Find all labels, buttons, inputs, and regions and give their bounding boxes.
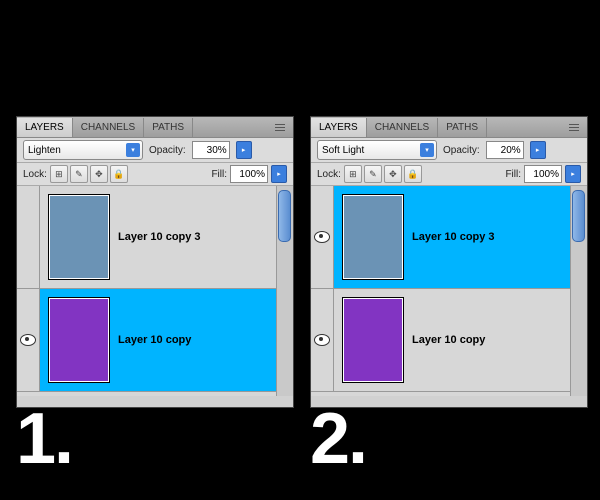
tab-channels[interactable]: CHANNELS — [367, 118, 438, 137]
layers-list: Layer 10 copy 3 Layer 10 copy — [17, 186, 293, 396]
layers-list: Layer 10 copy 3 Layer 10 copy — [311, 186, 587, 396]
blend-opacity-row: Lighten ▾ Opacity: 30% ▸ — [17, 138, 293, 163]
blend-mode-value: Lighten — [28, 145, 61, 156]
panel-menu-icon[interactable] — [275, 121, 289, 133]
layers-panel-1: LAYERS CHANNELS PATHS Lighten ▾ Opacity:… — [16, 116, 294, 408]
opacity-flyout-button[interactable]: ▸ — [236, 141, 252, 159]
scrollbar[interactable] — [570, 186, 587, 396]
blend-mode-select[interactable]: Lighten ▾ — [23, 140, 143, 160]
tab-paths[interactable]: PATHS — [144, 118, 193, 137]
visibility-toggle[interactable] — [17, 289, 40, 391]
fill-input[interactable]: 100% — [230, 165, 268, 183]
scroll-thumb[interactable] — [278, 190, 291, 242]
lock-transparency-icon[interactable]: ⊞ — [50, 165, 68, 183]
lock-label: Lock: — [23, 169, 47, 180]
tab-paths[interactable]: PATHS — [438, 118, 487, 137]
fill-label: Fill: — [211, 169, 227, 180]
layer-thumbnail[interactable] — [48, 194, 110, 280]
opacity-input[interactable]: 20% — [486, 141, 524, 159]
layer-row[interactable]: Layer 10 copy 3 — [311, 186, 587, 289]
scroll-thumb[interactable] — [572, 190, 585, 242]
layer-name: Layer 10 copy 3 — [412, 231, 495, 243]
blend-opacity-row: Soft Light ▾ Opacity: 20% ▸ — [311, 138, 587, 163]
tab-bar: LAYERS CHANNELS PATHS — [17, 117, 293, 138]
layer-thumbnail[interactable] — [48, 297, 110, 383]
lock-all-icon[interactable]: 🔒 — [110, 165, 128, 183]
eye-icon — [314, 231, 330, 243]
lock-pixels-icon[interactable]: ✎ — [70, 165, 88, 183]
layer-name: Layer 10 copy — [118, 334, 191, 346]
opacity-label: Opacity: — [149, 145, 186, 156]
layer-thumbnail[interactable] — [342, 297, 404, 383]
scrollbar[interactable] — [276, 186, 293, 396]
lock-pixels-icon[interactable]: ✎ — [364, 165, 382, 183]
lock-all-icon[interactable]: 🔒 — [404, 165, 422, 183]
layer-row[interactable]: Layer 10 copy — [311, 289, 587, 392]
layer-row[interactable]: Layer 10 copy — [17, 289, 293, 392]
fill-input[interactable]: 100% — [524, 165, 562, 183]
eye-icon — [20, 334, 36, 346]
lock-transparency-icon[interactable]: ⊞ — [344, 165, 362, 183]
dropdown-arrow-icon: ▾ — [420, 143, 434, 157]
tab-layers[interactable]: LAYERS — [17, 118, 73, 137]
step-number-1: 1. — [16, 398, 72, 480]
blend-mode-select[interactable]: Soft Light ▾ — [317, 140, 437, 160]
blend-mode-value: Soft Light — [322, 145, 364, 156]
lock-icons-group: ⊞ ✎ ✥ 🔒 — [50, 165, 128, 183]
eye-icon — [314, 334, 330, 346]
fill-label: Fill: — [505, 169, 521, 180]
panel-menu-icon[interactable] — [569, 121, 583, 133]
dropdown-arrow-icon: ▾ — [126, 143, 140, 157]
layers-panel-2: LAYERS CHANNELS PATHS Soft Light ▾ Opaci… — [310, 116, 588, 408]
opacity-input[interactable]: 30% — [192, 141, 230, 159]
lock-position-icon[interactable]: ✥ — [90, 165, 108, 183]
lock-position-icon[interactable]: ✥ — [384, 165, 402, 183]
lock-icons-group: ⊞ ✎ ✥ 🔒 — [344, 165, 422, 183]
layer-row[interactable]: Layer 10 copy 3 — [17, 186, 293, 289]
lock-fill-row: Lock: ⊞ ✎ ✥ 🔒 Fill: 100% ▸ — [311, 163, 587, 186]
opacity-label: Opacity: — [443, 145, 480, 156]
visibility-toggle[interactable] — [311, 186, 334, 288]
opacity-flyout-button[interactable]: ▸ — [530, 141, 546, 159]
tab-layers[interactable]: LAYERS — [311, 118, 367, 137]
visibility-toggle[interactable] — [311, 289, 334, 391]
visibility-toggle[interactable] — [17, 186, 40, 288]
fill-flyout-button[interactable]: ▸ — [271, 165, 287, 183]
lock-fill-row: Lock: ⊞ ✎ ✥ 🔒 Fill: 100% ▸ — [17, 163, 293, 186]
fill-flyout-button[interactable]: ▸ — [565, 165, 581, 183]
lock-label: Lock: — [317, 169, 341, 180]
step-number-2: 2. — [310, 398, 366, 480]
tab-channels[interactable]: CHANNELS — [73, 118, 144, 137]
layer-name: Layer 10 copy 3 — [118, 231, 201, 243]
tab-bar: LAYERS CHANNELS PATHS — [311, 117, 587, 138]
layer-name: Layer 10 copy — [412, 334, 485, 346]
layer-thumbnail[interactable] — [342, 194, 404, 280]
